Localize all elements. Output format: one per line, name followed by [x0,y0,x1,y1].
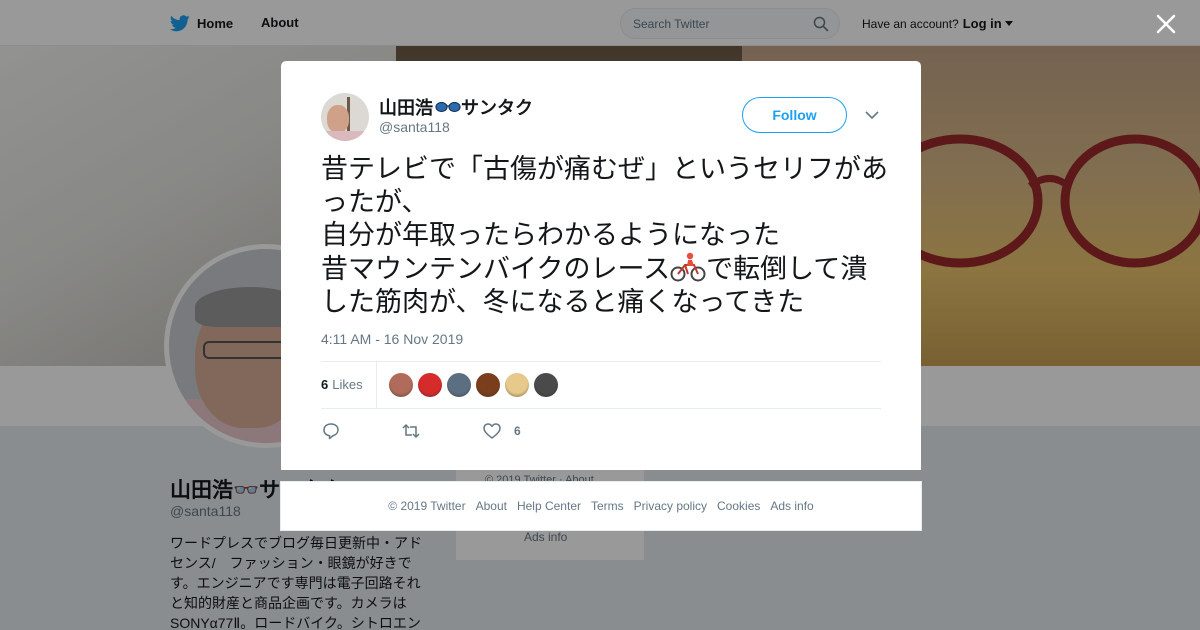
avatar-face-small [327,105,349,133]
footer-link[interactable]: About [476,499,507,513]
tweet-author-handle[interactable]: @santa118 [379,119,450,135]
author-name-suffix: サンタク [461,98,533,118]
liker-avatar[interactable] [476,373,500,397]
footer-link[interactable]: Privacy policy [634,499,707,513]
likes-label: Likes [332,377,363,392]
footer-link[interactable]: Terms [591,499,624,513]
tweet-modal: 山田浩 サンタク @santa118 Follow 昔テレビで「古傷が痛むぜ」と… [281,61,921,470]
modal-footer: © 2019 Twitter About Help Center Terms Priva… [280,481,922,531]
reply-button[interactable] [321,421,341,441]
like-button[interactable]: 6 [482,421,521,441]
liker-avatar[interactable] [418,373,442,397]
reply-icon [323,423,339,440]
chevron-down-icon[interactable] [865,109,879,121]
close-icon[interactable] [1152,10,1180,38]
footer-link[interactable]: Help Center [517,499,581,513]
stats-divider [376,362,377,408]
likes-count-link[interactable]: 6 Likes [321,377,363,392]
tweet-stats: 6 Likes [321,361,881,409]
liker-avatar[interactable] [389,373,413,397]
like-action-count: 6 [514,424,521,438]
liker-avatar[interactable] [447,373,471,397]
author-name-text: 山田浩 [379,98,433,118]
tweet-text: 昔テレビで「古傷が痛むぜ」というセリフがあったが、 自分が年取ったらわかるように… [321,153,891,319]
retweet-icon [402,423,420,439]
tweet-timestamp[interactable]: 4:11 AM - 16 Nov 2019 [321,331,463,347]
follow-button[interactable]: Follow [742,97,847,133]
liker-avatar[interactable] [534,373,558,397]
liker-avatar[interactable] [505,373,529,397]
mountain-biker-emoji-icon [670,252,706,282]
heart-icon [483,423,501,439]
footer-link[interactable]: Ads info [770,499,813,513]
footer-link[interactable]: © 2019 Twitter [388,499,465,513]
retweet-button[interactable] [401,421,421,441]
likes-count: 6 [321,377,329,392]
tweet-author-avatar[interactable] [321,93,369,141]
footer-link[interactable]: Cookies [717,499,760,513]
glasses-emoji-icon [435,101,461,113]
tweet-author-name[interactable]: 山田浩 サンタク [379,94,533,120]
avatar-shirt-small [321,131,369,141]
liker-avatars [389,373,563,397]
